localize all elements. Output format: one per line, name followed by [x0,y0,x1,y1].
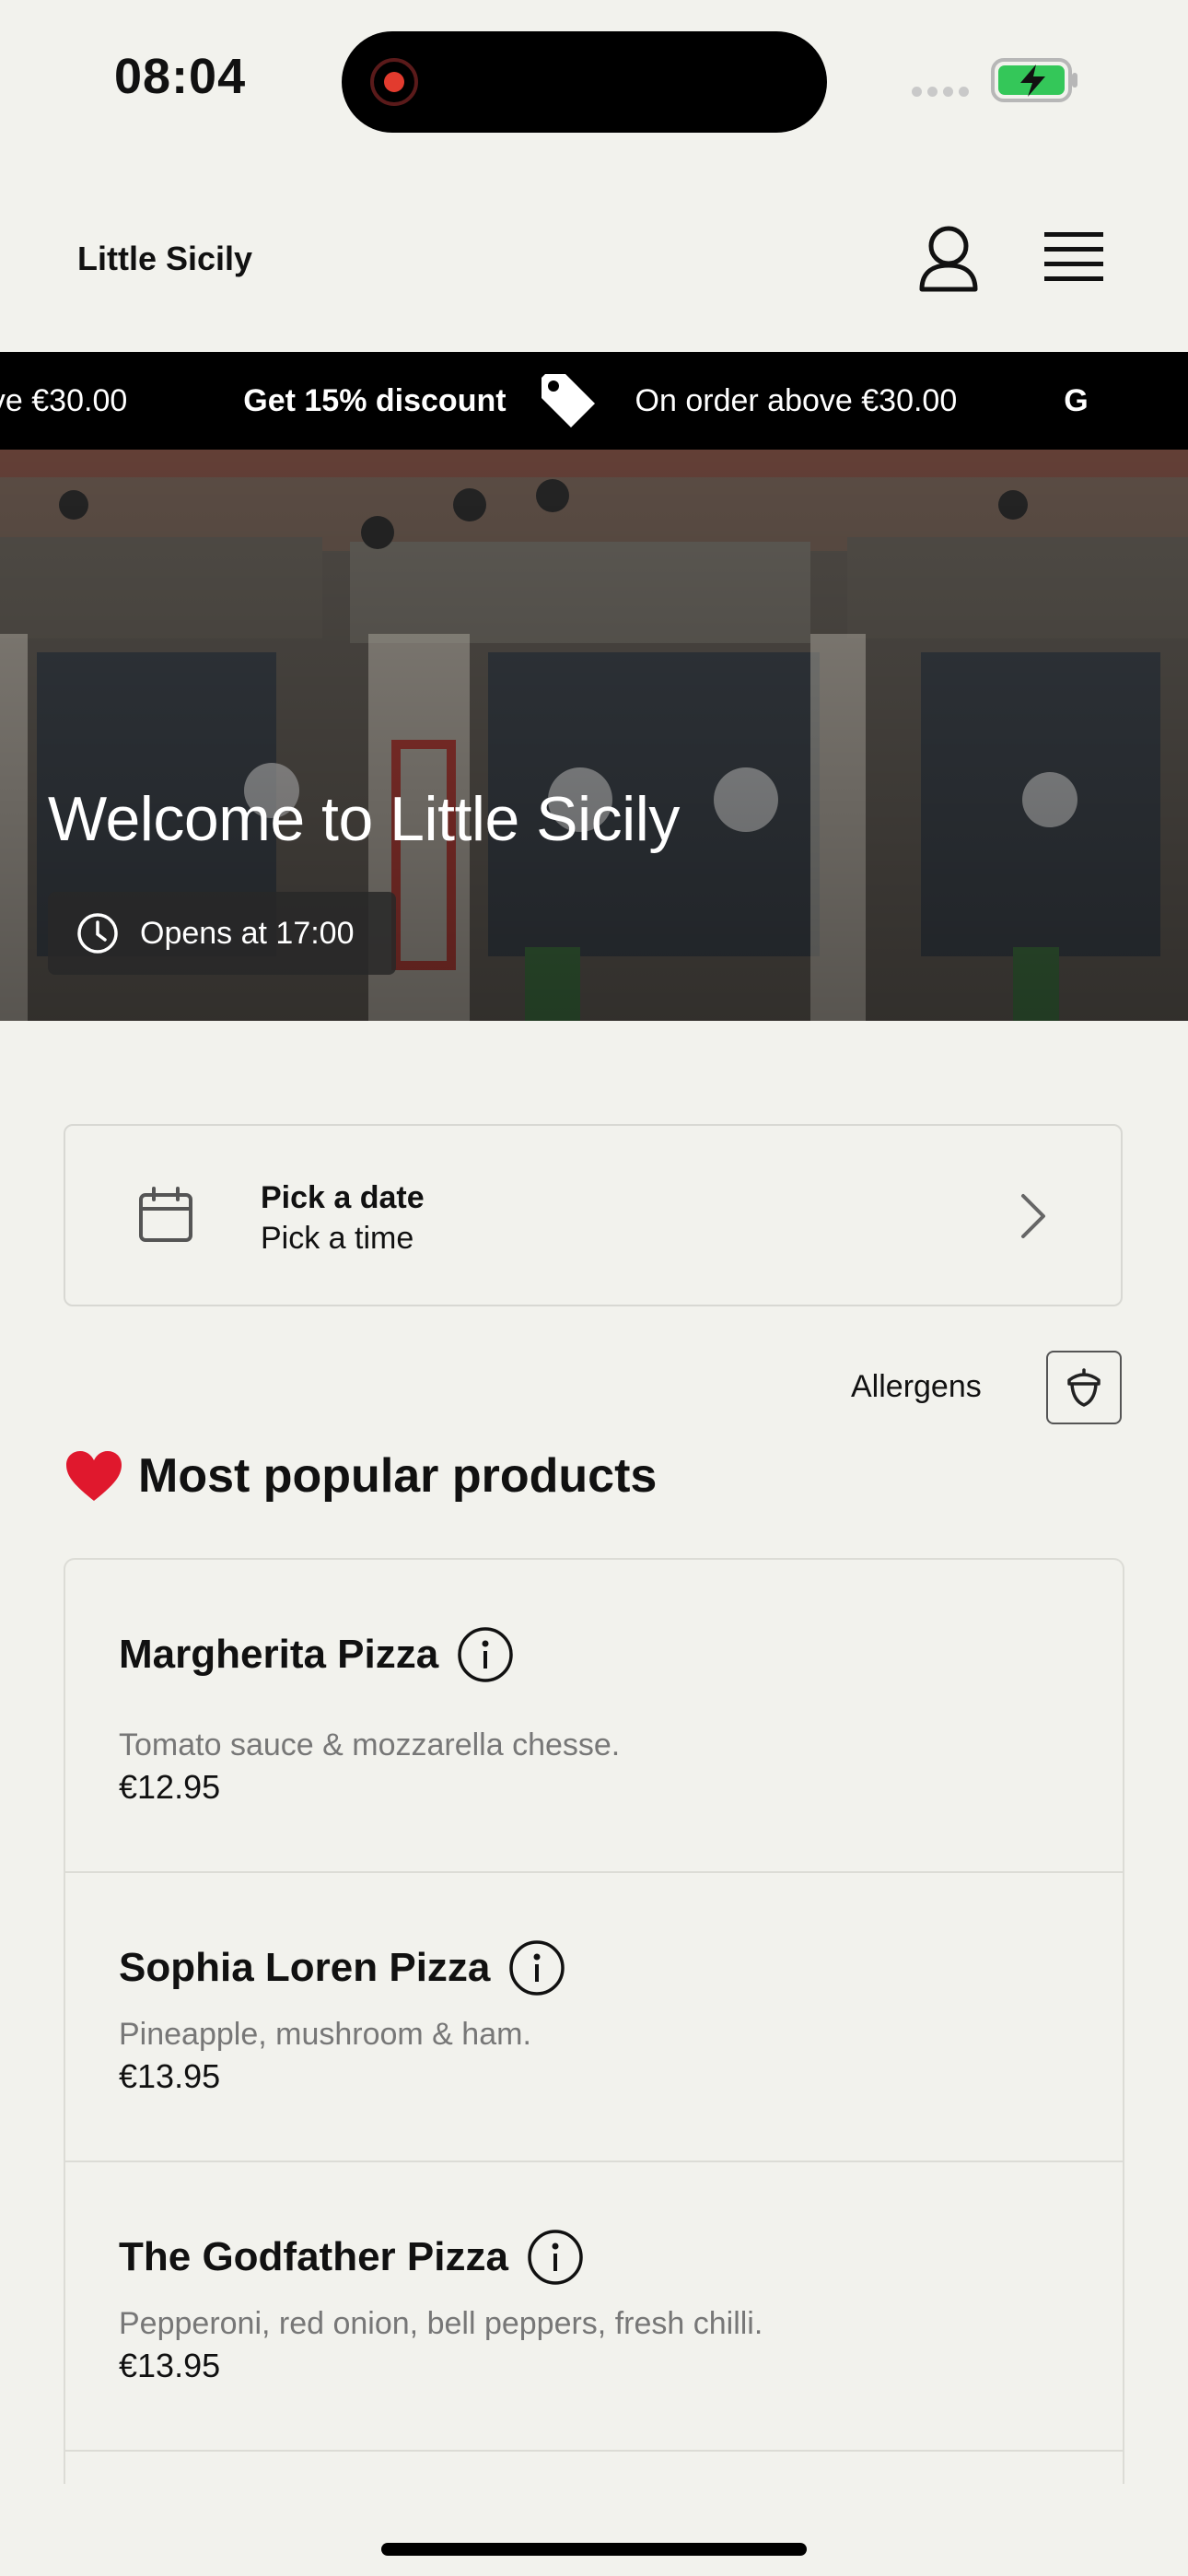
product-description: Pineapple, mushroom & ham. [119,2017,531,2052]
product-name-row: The Godfather Pizza [119,2229,584,2286]
status-time: 08:04 [114,49,247,104]
opening-hours-text: Opens at 17:00 [140,915,355,951]
home-indicator[interactable] [381,2543,807,2556]
promo-text: Get 15% discount [243,382,507,418]
brand-name[interactable]: Little Sicily [77,240,252,278]
top-nav: Little Sicily [0,184,1188,350]
product-name: The Godfather Pizza [119,2234,508,2279]
product-name: Margherita Pizza [119,1632,439,1677]
product-card[interactable]: The Godfather Pizza Pepperoni, red onion… [65,2162,1123,2452]
product-description: Tomato sauce & mozzarella chesse. [119,1727,621,1762]
calendar-icon [139,1187,192,1242]
info-icon[interactable] [527,2229,584,2286]
promo-text: On order above €30.00 [635,382,958,418]
date-time-picker[interactable]: Pick a date Pick a time [64,1124,1123,1306]
pick-time-text: Pick a time [261,1221,414,1256]
product-card[interactable]: Margherita Pizza Tomato sauce & mozzarel… [65,1560,1123,1873]
section-title: Most popular products [138,1449,658,1503]
status-bar: 08:04 [0,0,1188,166]
info-icon[interactable] [508,1939,565,1996]
promo-banner: ove €30.00 Get 15% discount On order abo… [0,352,1188,450]
promo-text: ove €30.00 [0,382,128,418]
battery-icon [991,58,1077,102]
product-price: €13.95 [119,2347,221,2384]
pick-date-text: Pick a date [261,1180,425,1215]
product-card[interactable]: Sophia Loren Pizza Pineapple, mushroom &… [65,1873,1123,2162]
acorn-icon [1067,1368,1101,1407]
product-name: Sophia Loren Pizza [119,1945,491,1990]
heart-icon [66,1451,122,1501]
product-description: Pepperoni, red onion, bell peppers, fres… [119,2306,763,2341]
tag-icon [541,374,595,427]
product-name-row: Margherita Pizza [119,1626,514,1683]
product-name-row: Sophia Loren Pizza [119,1939,565,1996]
product-price: €12.95 [119,1768,221,1806]
date-time-label: Pick a date Pick a time [261,1177,425,1259]
product-price: €13.95 [119,2057,221,2095]
allergens-button[interactable] [1046,1351,1122,1424]
menu-icon[interactable] [1041,228,1107,289]
recording-icon [370,58,418,106]
account-icon[interactable] [916,223,981,297]
dynamic-island [342,31,827,133]
section-heading: Most popular products [64,1448,657,1504]
opening-hours-badge: Opens at 17:00 [48,892,396,975]
chevron-right-icon [1021,1194,1045,1238]
clock-icon [77,913,118,954]
product-list: Margherita Pizza Tomato sauce & mozzarel… [64,1558,1124,2484]
promo-text: G [1064,382,1089,418]
hero-title: Welcome to Little Sicily [48,784,680,854]
info-icon[interactable] [457,1626,514,1683]
signal-icon [912,85,974,101]
hero-banner: Welcome to Little Sicily Opens at 17:00 [0,450,1188,1021]
allergens-label[interactable]: Allergens [851,1369,982,1405]
